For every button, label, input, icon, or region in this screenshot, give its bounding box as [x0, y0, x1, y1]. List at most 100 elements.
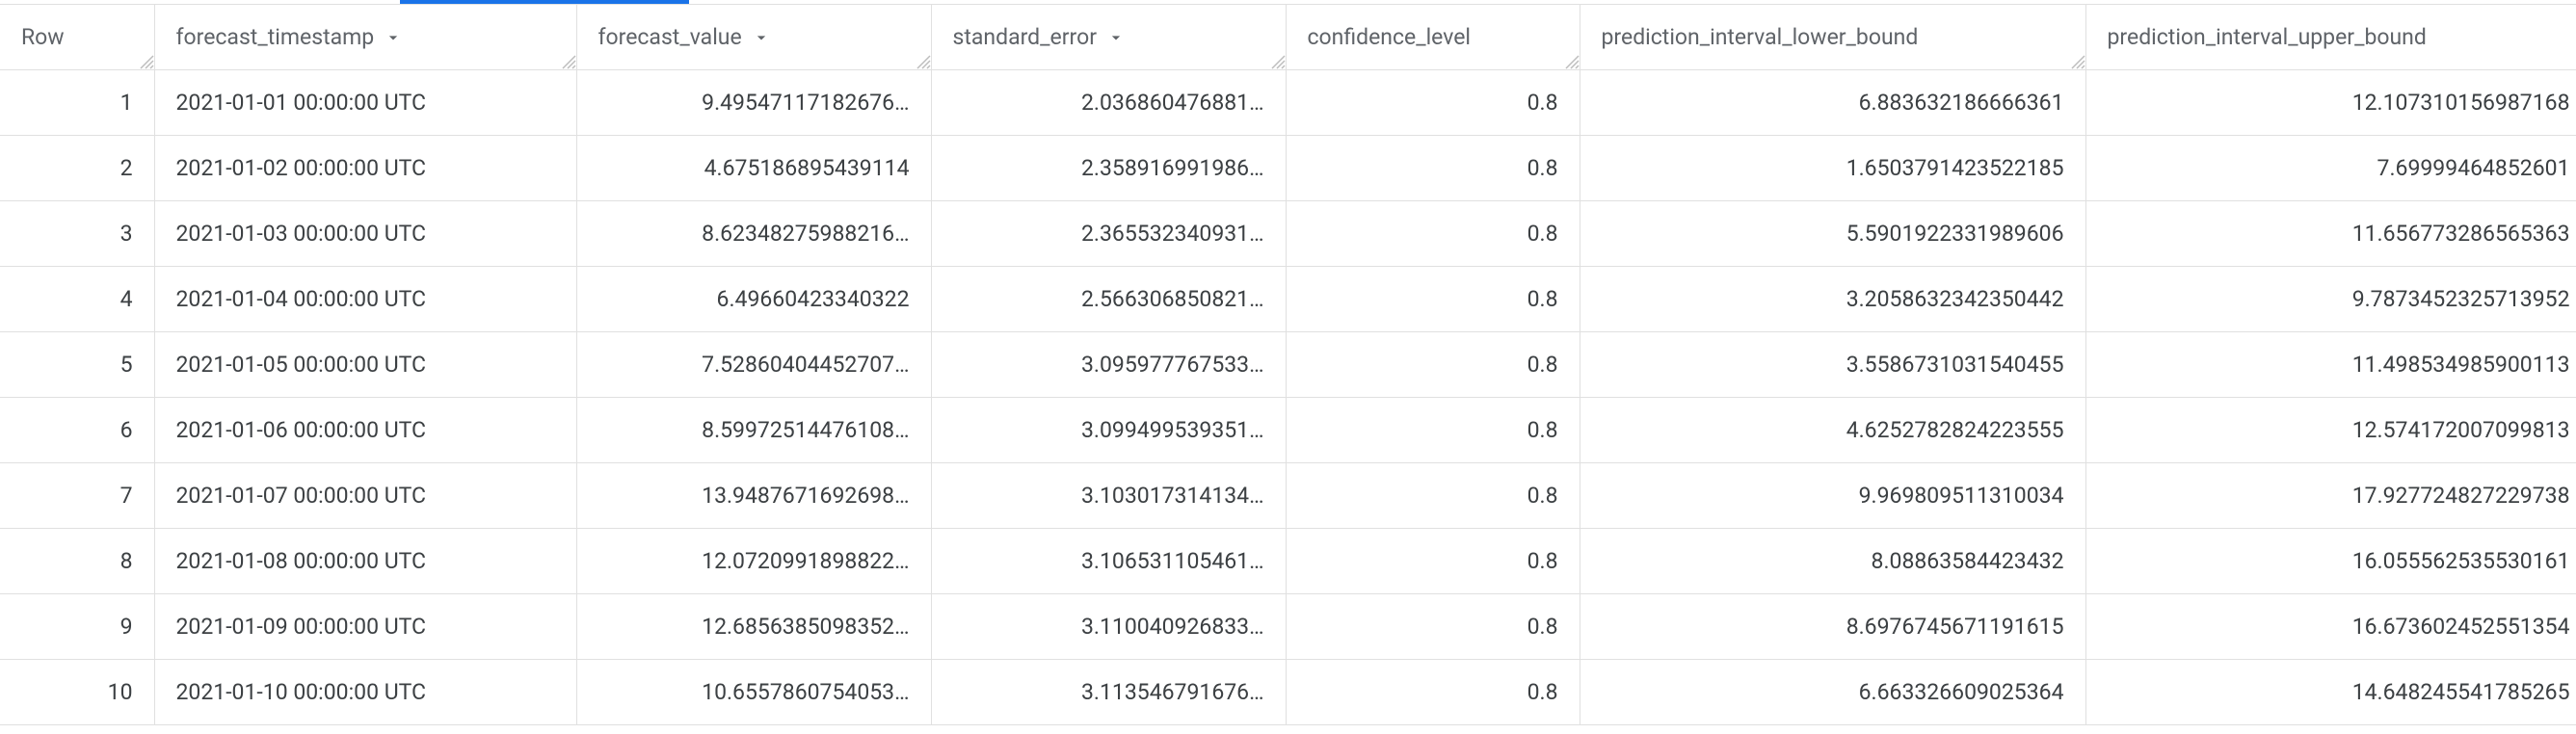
cell-row: 4 — [0, 267, 154, 332]
cell-lo: 3.2058632342350442 — [1580, 267, 2085, 332]
dropdown-icon[interactable] — [752, 28, 771, 47]
dropdown-icon[interactable] — [1106, 28, 1126, 47]
cell-hi: 16.055562535530161 — [2085, 529, 2576, 594]
cell-lo: 6.883632186666361 — [1580, 70, 2085, 136]
cell-ts: 2021-01-08 00:00:00 UTC — [154, 529, 576, 594]
column-header-row[interactable]: Row — [0, 5, 154, 70]
cell-ts: 2021-01-10 00:00:00 UTC — [154, 660, 576, 725]
column-resize-handle[interactable] — [914, 52, 931, 69]
table-row[interactable]: 102021-01-10 00:00:00 UTC10.655786075405… — [0, 660, 2576, 725]
cell-ts: 2021-01-04 00:00:00 UTC — [154, 267, 576, 332]
cell-se: 2.358916991986… — [931, 136, 1286, 201]
cell-lo: 8.6976745671191615 — [1580, 594, 2085, 660]
cell-hi: 9.7873452325713952 — [2085, 267, 2576, 332]
table-row[interactable]: 42021-01-04 00:00:00 UTC6.49660423340322… — [0, 267, 2576, 332]
cell-lo: 9.969809511310034 — [1580, 463, 2085, 529]
cell-fv: 8.59972514476108… — [576, 398, 931, 463]
cell-row: 1 — [0, 70, 154, 136]
cell-se: 3.106531105461… — [931, 529, 1286, 594]
cell-se: 2.365532340931… — [931, 201, 1286, 267]
cell-cl: 0.8 — [1286, 463, 1580, 529]
cell-se: 3.095977767533… — [931, 332, 1286, 398]
cell-hi: 7.69999464852601 — [2085, 136, 2576, 201]
cell-cl: 0.8 — [1286, 201, 1580, 267]
cell-fv: 7.52860404452707… — [576, 332, 931, 398]
cell-row: 10 — [0, 660, 154, 725]
cell-row: 5 — [0, 332, 154, 398]
column-header-label: prediction_interval_upper_bound — [2108, 24, 2427, 50]
table-row[interactable]: 62021-01-06 00:00:00 UTC8.59972514476108… — [0, 398, 2576, 463]
cell-fv: 4.675186895439114 — [576, 136, 931, 201]
cell-se: 2.036860476881… — [931, 70, 1286, 136]
cell-fv: 10.6557860754053… — [576, 660, 931, 725]
column-resize-handle[interactable] — [1268, 52, 1286, 69]
cell-ts: 2021-01-05 00:00:00 UTC — [154, 332, 576, 398]
cell-fv: 13.9487671692698… — [576, 463, 931, 529]
cell-lo: 8.08863584423432 — [1580, 529, 2085, 594]
cell-row: 7 — [0, 463, 154, 529]
table-row[interactable]: 52021-01-05 00:00:00 UTC7.52860404452707… — [0, 332, 2576, 398]
cell-cl: 0.8 — [1286, 594, 1580, 660]
cell-lo: 6.663326609025364 — [1580, 660, 2085, 725]
cell-fv: 6.49660423340322 — [576, 267, 931, 332]
cell-row: 8 — [0, 529, 154, 594]
cell-se: 2.566306850821… — [931, 267, 1286, 332]
table-row[interactable]: 92021-01-09 00:00:00 UTC12.6856385098352… — [0, 594, 2576, 660]
cell-ts: 2021-01-03 00:00:00 UTC — [154, 201, 576, 267]
cell-hi: 12.107310156987168 — [2085, 70, 2576, 136]
cell-hi: 11.656773286565363 — [2085, 201, 2576, 267]
cell-row: 6 — [0, 398, 154, 463]
cell-row: 3 — [0, 201, 154, 267]
column-header-label: forecast_value — [598, 24, 742, 50]
column-resize-handle[interactable] — [137, 52, 154, 69]
dropdown-icon[interactable] — [384, 28, 403, 47]
cell-cl: 0.8 — [1286, 398, 1580, 463]
column-resize-handle[interactable] — [2068, 52, 2085, 69]
column-resize-handle[interactable] — [559, 52, 576, 69]
cell-se: 3.110040926833… — [931, 594, 1286, 660]
cell-lo: 3.5586731031540455 — [1580, 332, 2085, 398]
cell-row: 2 — [0, 136, 154, 201]
table-row[interactable]: 32021-01-03 00:00:00 UTC8.62348275988216… — [0, 201, 2576, 267]
column-header-fv[interactable]: forecast_value — [576, 5, 931, 70]
cell-fv: 12.6856385098352… — [576, 594, 931, 660]
cell-cl: 0.8 — [1286, 70, 1580, 136]
column-header-lo[interactable]: prediction_interval_lower_bound — [1580, 5, 2085, 70]
cell-cl: 0.8 — [1286, 267, 1580, 332]
cell-cl: 0.8 — [1286, 529, 1580, 594]
column-header-ts[interactable]: forecast_timestamp — [154, 5, 576, 70]
cell-fv: 9.49547117182676… — [576, 70, 931, 136]
column-resize-handle[interactable] — [1562, 52, 1580, 69]
cell-row: 9 — [0, 594, 154, 660]
column-header-label: forecast_timestamp — [176, 24, 375, 50]
cell-hi: 11.498534985900113 — [2085, 332, 2576, 398]
column-header-label: confidence_level — [1308, 24, 1472, 50]
cell-lo: 5.5901922331989606 — [1580, 201, 2085, 267]
cell-lo: 1.6503791423522185 — [1580, 136, 2085, 201]
cell-fv: 8.62348275988216… — [576, 201, 931, 267]
column-header-label: prediction_interval_lower_bound — [1602, 24, 1919, 50]
cell-hi: 16.673602452551354 — [2085, 594, 2576, 660]
cell-hi: 12.574172007099813 — [2085, 398, 2576, 463]
cell-cl: 0.8 — [1286, 660, 1580, 725]
cell-ts: 2021-01-09 00:00:00 UTC — [154, 594, 576, 660]
results-table: Row forecast_timestamp forecast_value stand… — [0, 4, 2576, 725]
cell-ts: 2021-01-02 00:00:00 UTC — [154, 136, 576, 201]
table-row[interactable]: 22021-01-02 00:00:00 UTC4.67518689543911… — [0, 136, 2576, 201]
table-row[interactable]: 72021-01-07 00:00:00 UTC13.9487671692698… — [0, 463, 2576, 529]
column-header-hi[interactable]: prediction_interval_upper_bound — [2085, 5, 2576, 70]
cell-cl: 0.8 — [1286, 332, 1580, 398]
table-row[interactable]: 82021-01-08 00:00:00 UTC12.0720991898822… — [0, 529, 2576, 594]
header-row: Row forecast_timestamp forecast_value stand… — [0, 5, 2576, 70]
cell-hi: 14.648245541785265 — [2085, 660, 2576, 725]
cell-se: 3.103017314134… — [931, 463, 1286, 529]
column-header-label: standard_error — [953, 24, 1098, 50]
cell-hi: 17.927724827229738 — [2085, 463, 2576, 529]
cell-lo: 4.6252782824223555 — [1580, 398, 2085, 463]
table-row[interactable]: 12021-01-01 00:00:00 UTC9.49547117182676… — [0, 70, 2576, 136]
cell-ts: 2021-01-06 00:00:00 UTC — [154, 398, 576, 463]
column-header-cl[interactable]: confidence_level — [1286, 5, 1580, 70]
column-header-se[interactable]: standard_error — [931, 5, 1286, 70]
column-header-label: Row — [21, 24, 65, 50]
cell-se: 3.099499539351… — [931, 398, 1286, 463]
